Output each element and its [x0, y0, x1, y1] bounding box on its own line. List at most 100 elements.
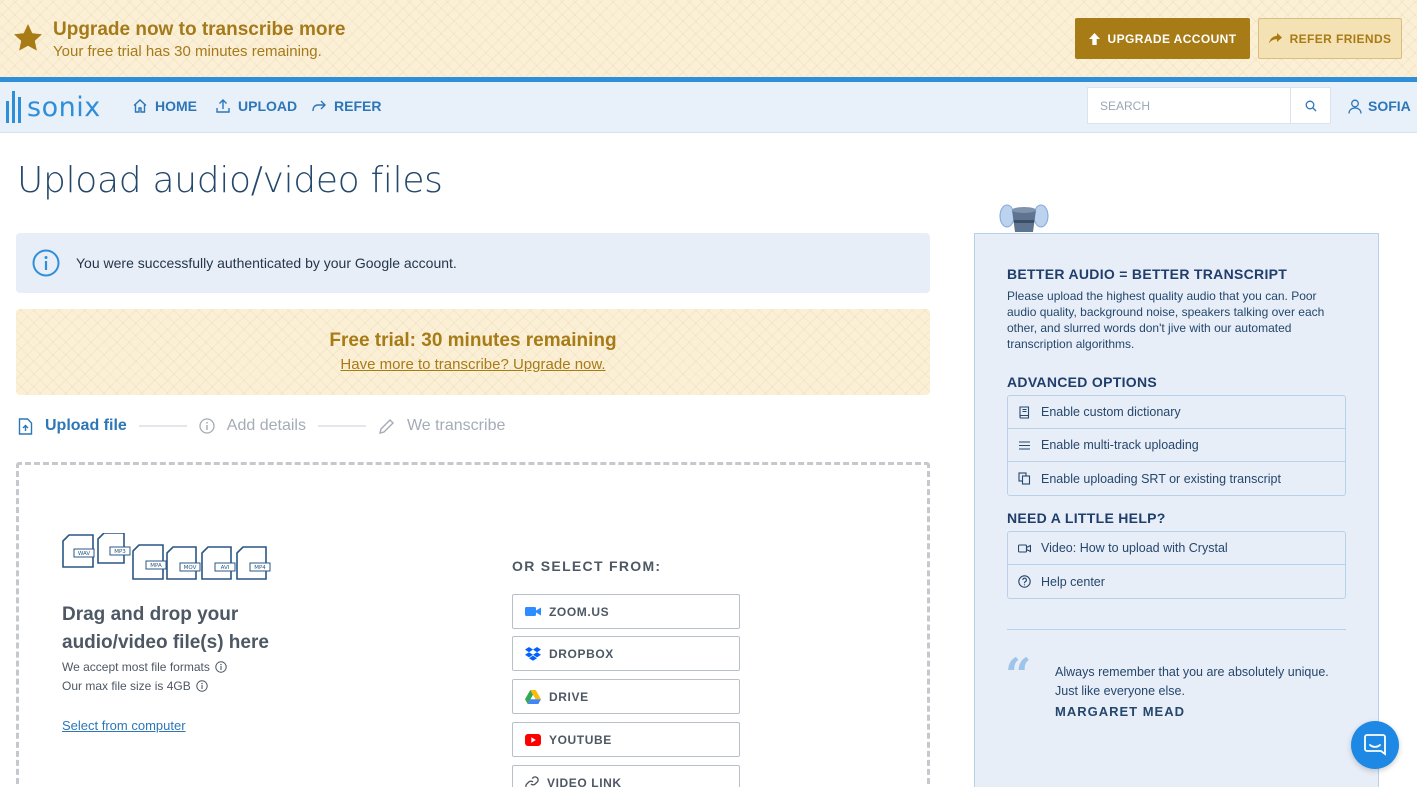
- refer-friends-button[interactable]: REFER FRIENDS: [1258, 18, 1402, 59]
- upgrade-account-label: UPGRADE ACCOUNT: [1107, 31, 1237, 46]
- upload-icon: [216, 99, 230, 113]
- file-formats-text: We accept most file formats: [62, 660, 210, 674]
- home-icon: [133, 99, 147, 113]
- star-icon: [14, 24, 42, 51]
- better-audio-heading: BETTER AUDIO = BETTER TRANSCRIPT: [1007, 266, 1288, 282]
- multi-track-option[interactable]: Enable multi-track uploading: [1008, 429, 1345, 462]
- trial-notice: Free trial: 30 minutes remaining Have mo…: [16, 309, 930, 395]
- custom-dictionary-label: Enable custom dictionary: [1041, 405, 1181, 419]
- video-camera-icon: [1018, 543, 1031, 553]
- logo-bars-icon: [6, 91, 21, 123]
- nav-refer[interactable]: REFER: [311, 98, 381, 114]
- step-upload-file: Upload file: [18, 417, 127, 435]
- info-circle-icon[interactable]: [196, 680, 208, 692]
- logo-text: sonix: [27, 91, 101, 123]
- zoom-icon: [525, 607, 541, 616]
- trial-title: Free trial: 30 minutes remaining: [329, 330, 617, 351]
- question-circle-icon: [1018, 575, 1031, 588]
- drive-source-button[interactable]: DRIVE: [512, 679, 740, 714]
- search-button[interactable]: [1290, 88, 1330, 123]
- advanced-options-list: Enable custom dictionary Enable multi-tr…: [1007, 395, 1346, 496]
- file-upload-icon: [18, 417, 33, 435]
- srt-upload-option[interactable]: Enable uploading SRT or existing transcr…: [1008, 462, 1345, 495]
- nav-home-label: HOME: [155, 98, 197, 114]
- google-drive-icon: [525, 689, 541, 704]
- custom-dictionary-option[interactable]: Enable custom dictionary: [1008, 396, 1345, 429]
- quote-author: MARGARET MEAD: [1055, 704, 1185, 719]
- auth-info-alert: You were successfully authenticated by y…: [16, 233, 930, 293]
- video-howto-label: Video: How to upload with Crystal: [1041, 541, 1228, 555]
- nav-refer-label: REFER: [334, 98, 382, 114]
- pencil-icon: [378, 418, 394, 434]
- drive-source-label: DRIVE: [549, 689, 589, 704]
- search-icon: [1305, 100, 1317, 111]
- format-label: WAV: [78, 551, 91, 557]
- nav-upload-label: UPLOAD: [238, 98, 298, 114]
- banner-subtitle: Your free trial has 30 minutes remaining…: [53, 43, 322, 60]
- upgrade-now-link[interactable]: Have more to transcribe? Upgrade now.: [340, 356, 605, 373]
- help-center-option[interactable]: Help center: [1008, 565, 1345, 598]
- nav-upload[interactable]: UPLOAD: [215, 98, 297, 114]
- format-label: MOV: [184, 565, 197, 571]
- step-connector: [317, 425, 366, 427]
- user-icon: [1348, 99, 1362, 114]
- book-icon: [1019, 405, 1030, 419]
- nav-home[interactable]: HOME: [132, 98, 197, 114]
- step-upload-label: Upload file: [45, 417, 127, 434]
- chat-icon: [1364, 734, 1386, 756]
- step-we-transcribe: We transcribe: [378, 417, 505, 435]
- step-details-label: Add details: [226, 417, 306, 434]
- chat-launcher-button[interactable]: [1351, 721, 1399, 769]
- video-link-source-button[interactable]: VIDEO LINK: [512, 765, 740, 787]
- step-connector: [138, 425, 187, 427]
- file-formats-note: We accept most file formats: [62, 660, 227, 674]
- top-nav: sonix HOME UPLOAD REFER SOFIA: [0, 82, 1417, 133]
- user-menu[interactable]: SOFIA: [1348, 98, 1411, 114]
- quote-mark-icon: “: [1005, 648, 1032, 702]
- sidebar-divider: [1007, 629, 1346, 630]
- zoom-source-label: ZOOM.US: [549, 604, 610, 619]
- youtube-source-label: YOUTUBE: [549, 732, 612, 747]
- search-input[interactable]: [1088, 88, 1291, 123]
- dropbox-source-label: DROPBOX: [549, 646, 614, 661]
- info-circle-icon: [32, 249, 60, 277]
- format-label: MP3: [114, 549, 126, 555]
- youtube-icon: [525, 733, 541, 746]
- menu-lines-icon: [1019, 440, 1030, 450]
- select-from-computer-link[interactable]: Select from computer: [62, 718, 186, 733]
- or-select-from-label: OR SELECT FROM:: [512, 558, 662, 574]
- quote-text: Always remember that you are absolutely …: [1055, 665, 1329, 698]
- refer-friends-label: REFER FRIENDS: [1289, 31, 1392, 46]
- arrow-up-icon: [1088, 32, 1100, 45]
- user-name: SOFIA: [1368, 98, 1411, 114]
- help-options-list: Video: How to upload with Crystal Help c…: [1007, 531, 1346, 599]
- file-dropzone[interactable]: WAV MP3 MPA MOV AVI MP4 Drag and drop yo…: [16, 462, 930, 787]
- upgrade-banner: Upgrade now to transcribe more Your free…: [0, 0, 1417, 77]
- sonix-logo[interactable]: sonix: [6, 91, 101, 123]
- youtube-source-button[interactable]: YOUTUBE: [512, 722, 740, 757]
- step-add-details: Add details: [199, 417, 306, 435]
- zoom-source-button[interactable]: ZOOM.US: [512, 594, 740, 629]
- info-circle-icon[interactable]: [215, 661, 227, 673]
- info-circle-icon: [199, 418, 215, 434]
- upload-tips-sidebar: BETTER AUDIO = BETTER TRANSCRIPT Please …: [974, 233, 1379, 787]
- step-transcribe-label: We transcribe: [406, 417, 506, 434]
- help-center-label: Help center: [1041, 574, 1105, 589]
- srt-upload-label: Enable uploading SRT or existing transcr…: [1041, 471, 1281, 486]
- video-link-source-label: VIDEO LINK: [547, 775, 622, 787]
- max-size-note: Our max file size is 4GB: [62, 679, 208, 693]
- format-label: MPA: [150, 563, 162, 569]
- upload-steps: Upload file Add details We transcribe: [18, 415, 505, 437]
- format-label: AVI: [221, 565, 230, 571]
- banner-title: Upgrade now to transcribe more: [53, 19, 346, 40]
- format-label: MP4: [254, 565, 266, 571]
- video-howto-option[interactable]: Video: How to upload with Crystal: [1008, 532, 1345, 565]
- auth-info-text: You were successfully authenticated by y…: [76, 255, 457, 271]
- share-icon: [312, 100, 326, 112]
- multi-track-label: Enable multi-track uploading: [1041, 438, 1199, 452]
- dropbox-icon: [525, 646, 541, 661]
- link-icon: [525, 775, 539, 787]
- upgrade-account-button[interactable]: UPGRADE ACCOUNT: [1075, 18, 1250, 59]
- dropbox-source-button[interactable]: DROPBOX: [512, 636, 740, 671]
- page-title: Upload audio/video files: [17, 160, 443, 201]
